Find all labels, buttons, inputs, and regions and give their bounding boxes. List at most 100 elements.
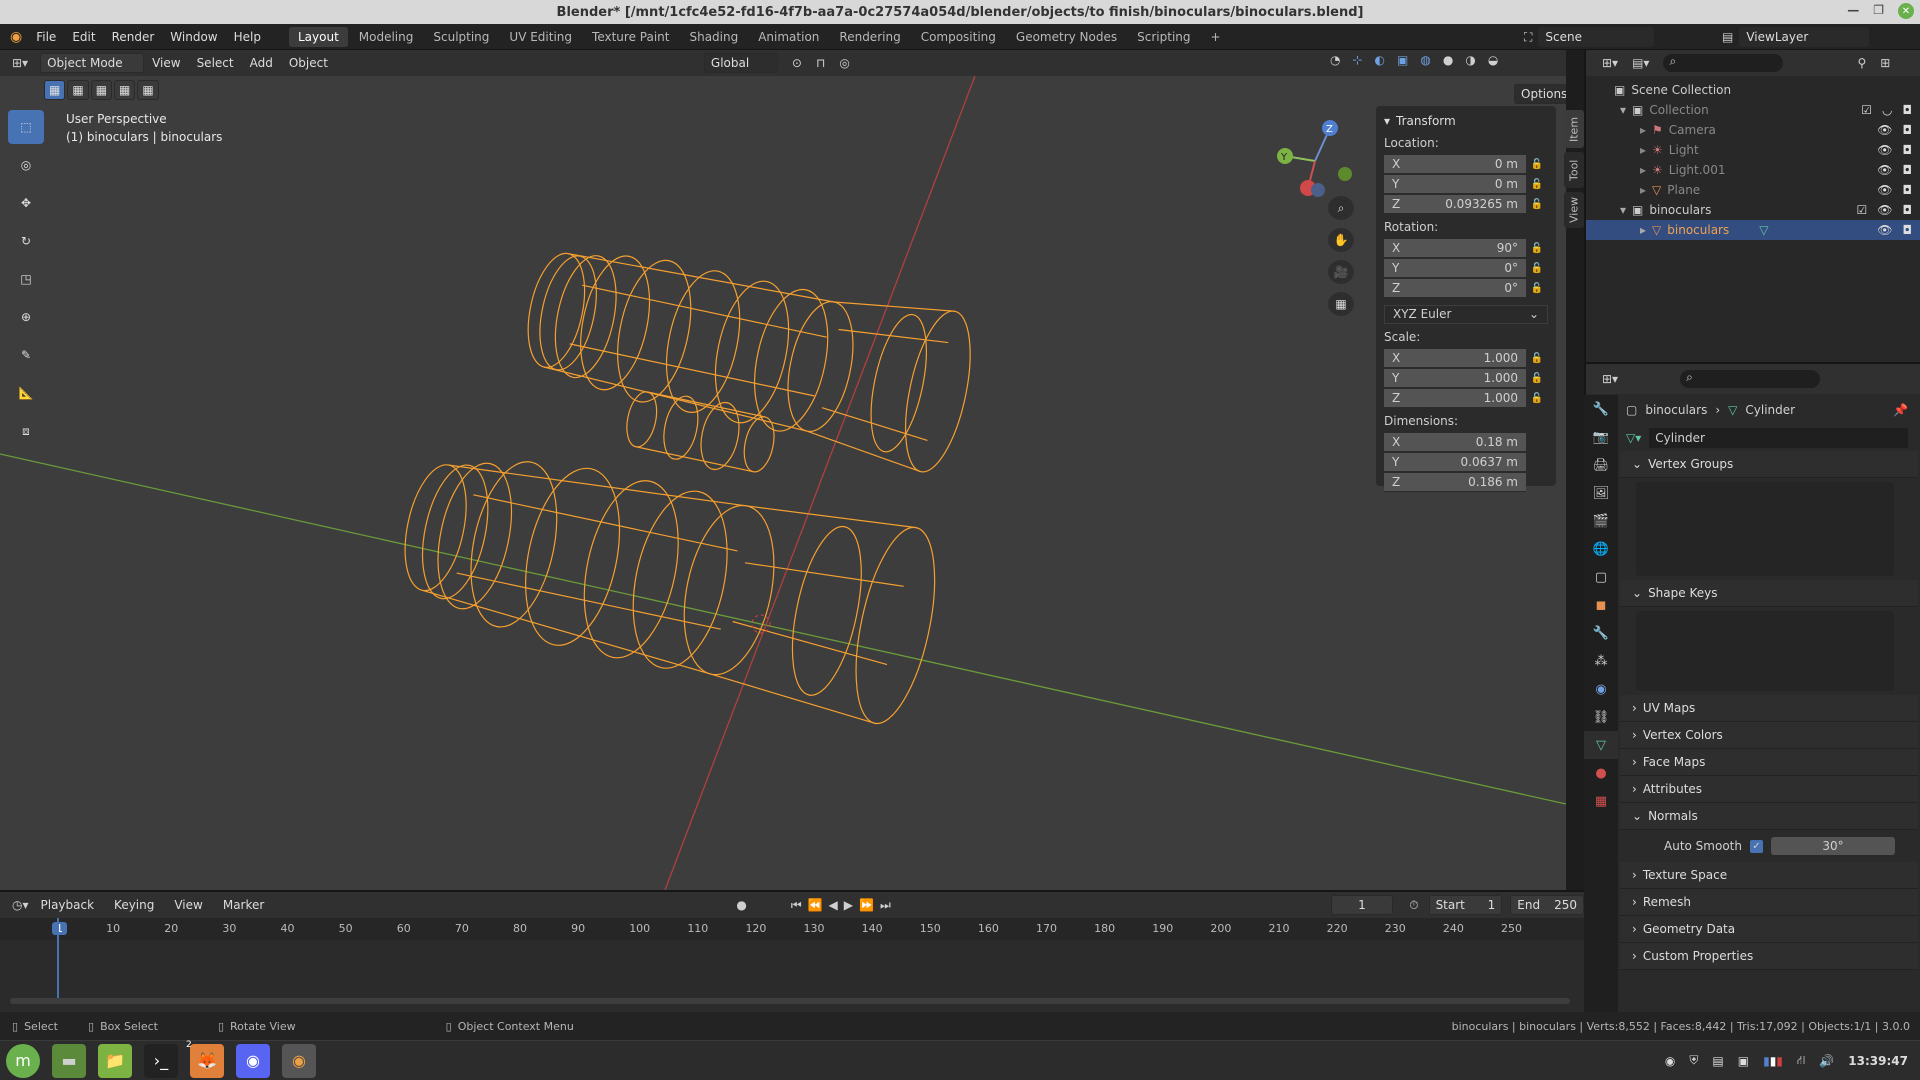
outliner-row-collection[interactable]: ▾ ▣ Collection ☑ ◡ ◘: [1586, 100, 1920, 120]
rotate-tool-icon[interactable]: ↻: [8, 224, 44, 258]
discord-icon[interactable]: ◉: [236, 1043, 270, 1078]
add-cube-tool-icon[interactable]: ⧈: [8, 414, 44, 448]
output-tab-icon[interactable]: 🖨: [1584, 451, 1618, 479]
timeline-menu-marker[interactable]: Marker: [215, 892, 272, 918]
world-tab-icon[interactable]: 🌐: [1584, 535, 1618, 563]
rendered-shading-icon[interactable]: ◒: [1488, 53, 1498, 67]
location-y-field[interactable]: Y0 m 🔓: [1384, 174, 1548, 194]
gizmo-icon[interactable]: ⊹: [1352, 53, 1362, 67]
end-frame-field[interactable]: End 250: [1510, 895, 1584, 915]
section-attributes[interactable]: › Attributes: [1620, 776, 1918, 803]
new-collection-icon[interactable]: ⊞: [1880, 56, 1890, 70]
3d-viewport[interactable]: User Perspective (1) binoculars | binocu…: [0, 76, 1566, 890]
physics-tab-icon[interactable]: ◉: [1584, 675, 1618, 703]
timeline-menu-playback[interactable]: Playback: [33, 892, 103, 918]
viewport-menu-object[interactable]: Object: [281, 50, 336, 76]
lock-icon[interactable]: 🔓: [1526, 199, 1548, 210]
mint-menu-icon[interactable]: m: [6, 1043, 40, 1078]
firefox-icon[interactable]: 🦊 2: [186, 1040, 224, 1078]
viewport-menu-view[interactable]: View: [144, 50, 188, 76]
view-layer-tab-icon[interactable]: 🖼: [1584, 479, 1618, 507]
mode-selector[interactable]: Object Mode: [40, 53, 145, 73]
network-icon[interactable]: ⛙: [1797, 1053, 1805, 1069]
navigation-gizmo[interactable]: Z Y: [1270, 116, 1360, 206]
viewport-menu-add[interactable]: Add: [242, 50, 281, 76]
section-shape-keys[interactable]: ⌄ Shape Keys: [1620, 580, 1918, 607]
material-tab-icon[interactable]: ●: [1584, 759, 1618, 787]
rotation-x-field[interactable]: X 90° 🔓: [1384, 238, 1548, 258]
show-desktop-icon[interactable]: ▬: [52, 1043, 86, 1078]
eye-icon[interactable]: 👁: [1877, 223, 1892, 237]
measure-tool-icon[interactable]: 📐: [8, 376, 44, 410]
select-intersect-icon[interactable]: ▦: [137, 80, 159, 100]
lock-icon[interactable]: 🔓: [1526, 159, 1548, 170]
outliner-row-binoculars-object[interactable]: ▸ ▽ binoculars ▽ 👁 ◘: [1586, 220, 1920, 240]
editor-type-icon[interactable]: ⊞▾: [12, 56, 28, 70]
blender-taskbar-icon[interactable]: ◉: [282, 1043, 316, 1078]
menu-window[interactable]: Window: [162, 24, 225, 50]
camera-icon[interactable]: ◘: [1903, 163, 1913, 177]
tab-sculpting[interactable]: Sculpting: [424, 27, 498, 47]
section-vertex-groups[interactable]: ⌄ Vertex Groups: [1620, 451, 1918, 478]
grid-perspective-icon[interactable]: ▦: [1328, 292, 1354, 316]
keyboard-layout-flag-icon[interactable]: ▮▮▮: [1763, 1054, 1783, 1068]
filter-icon[interactable]: ⚲: [1857, 56, 1866, 70]
section-vertex-colors[interactable]: › Vertex Colors: [1620, 722, 1918, 749]
tab-rendering[interactable]: Rendering: [830, 27, 909, 47]
rotation-y-field[interactable]: Y 0° 🔓: [1384, 258, 1548, 278]
lock-icon[interactable]: 🔓: [1526, 243, 1548, 254]
file-manager-icon[interactable]: 📁: [98, 1043, 132, 1078]
dimensions-x-field[interactable]: X 0.18 m: [1384, 432, 1548, 452]
outliner-row-plane[interactable]: ▸ ▽ Plane 👁 ◘: [1586, 180, 1920, 200]
object-tab-icon[interactable]: ◼: [1584, 591, 1618, 619]
annotate-tool-icon[interactable]: ✎: [8, 338, 44, 372]
auto-smooth-checkbox[interactable]: ✓: [1749, 839, 1763, 853]
wireframe-shading-icon[interactable]: ◍: [1420, 53, 1430, 67]
lock-icon[interactable]: 🔓: [1526, 353, 1548, 364]
outliner-row-binoculars-collection[interactable]: ▾ ▣ binoculars ☑ 👁 ◘: [1586, 200, 1920, 220]
proportional-edit-icon[interactable]: ◎: [839, 56, 849, 70]
shape-keys-list[interactable]: [1636, 611, 1894, 691]
lock-icon[interactable]: 🔓: [1526, 179, 1548, 190]
menu-help[interactable]: Help: [226, 24, 269, 50]
tab-texture-paint[interactable]: Texture Paint: [583, 27, 678, 47]
timeline-menu-view[interactable]: View: [166, 892, 210, 918]
tab-compositing[interactable]: Compositing: [912, 27, 1005, 47]
camera-view-icon[interactable]: 🎥: [1328, 260, 1354, 284]
rotation-mode-select[interactable]: XYZ Euler ⌄: [1384, 304, 1548, 324]
eye-icon[interactable]: 👁: [1877, 163, 1892, 177]
lock-icon[interactable]: 🔓: [1526, 263, 1548, 274]
lock-icon[interactable]: 🔓: [1526, 393, 1548, 404]
tab-shading[interactable]: Shading: [680, 27, 747, 47]
add-workspace-icon[interactable]: +: [1202, 27, 1230, 47]
visibility-icon[interactable]: ◔: [1330, 53, 1340, 67]
clock[interactable]: 13:39:47: [1848, 1054, 1908, 1068]
timeline-menu-keying[interactable]: Keying: [106, 892, 162, 918]
location-x-field[interactable]: X0 m 🔓: [1384, 154, 1548, 174]
outliner-search-input[interactable]: ⌕: [1663, 54, 1784, 72]
discord-tray-icon[interactable]: ◉: [1665, 1054, 1675, 1068]
scene-icon[interactable]: ⛶: [1524, 30, 1532, 45]
zoom-icon[interactable]: ⌕: [1328, 196, 1354, 220]
camera-icon[interactable]: ◘: [1903, 183, 1913, 197]
mesh-name-field[interactable]: Cylinder: [1649, 428, 1908, 448]
collection-tab-icon[interactable]: ▢: [1584, 563, 1618, 591]
shield-icon[interactable]: ⛨: [1689, 1053, 1698, 1068]
particles-tab-icon[interactable]: ⁂: [1584, 647, 1618, 675]
playback-controls[interactable]: ⏮⏪◀▶⏩⏭: [791, 898, 897, 913]
select-subtract-icon[interactable]: ▦: [90, 80, 113, 100]
section-normals[interactable]: ⌄ Normals: [1620, 803, 1918, 830]
menu-render[interactable]: Render: [104, 24, 163, 50]
scene-tab-icon[interactable]: 🎬: [1584, 507, 1618, 535]
section-custom-properties[interactable]: › Custom Properties: [1620, 943, 1918, 970]
eye-icon[interactable]: 👁: [1877, 143, 1892, 157]
dimensions-z-field[interactable]: Z 0.186 m: [1384, 472, 1548, 492]
current-frame-field[interactable]: 1: [1330, 895, 1394, 915]
start-frame-field[interactable]: Start 1: [1428, 895, 1503, 915]
tab-animation[interactable]: Animation: [749, 27, 828, 47]
outliner-editor-icon[interactable]: ⊞▾: [1602, 56, 1618, 70]
scale-z-field[interactable]: Z 1.000 🔓: [1384, 388, 1548, 408]
timeline-editor-icon[interactable]: ◷▾: [12, 898, 29, 912]
section-geometry-data[interactable]: › Geometry Data: [1620, 916, 1918, 943]
outliner-row-camera[interactable]: ▸ ⚑ Camera 👁 ◘: [1586, 120, 1920, 140]
